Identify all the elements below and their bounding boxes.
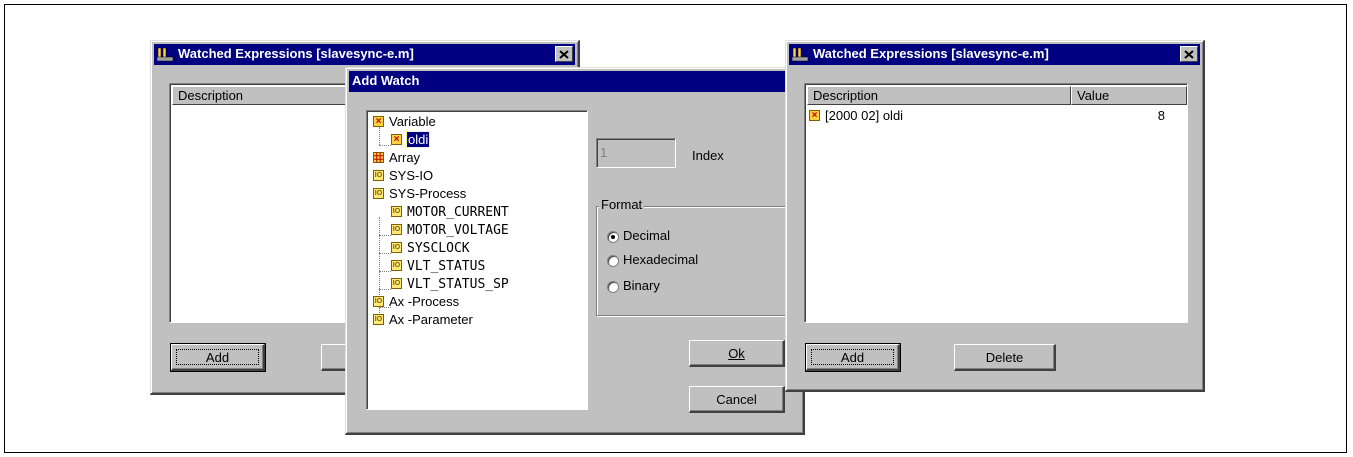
titlebar[interactable]: Watched Expressions [slavesync-e.m] [789, 44, 1200, 65]
tree-item-array[interactable]: Array [373, 149, 420, 167]
tree-connector [379, 271, 391, 272]
tree-item-label: VLT_STATUS_SP [407, 277, 509, 292]
tree-item-oldi[interactable]: × oldi [391, 131, 431, 149]
tree-item-vlt-status-sp[interactable]: IO VLT_STATUS_SP [391, 275, 509, 293]
column-label: Value [1077, 88, 1110, 103]
column-label: Description [813, 88, 879, 103]
io-icon: IO [391, 224, 402, 235]
radio-label-decimal[interactable]: Decimal [623, 228, 670, 243]
tree-item-sys-io[interactable]: IO SYS-IO [373, 167, 433, 185]
tree-item-label: VLT_STATUS [407, 259, 486, 274]
watch-app-icon [157, 47, 173, 62]
tree-connector [379, 235, 391, 236]
radio-hexadecimal[interactable] [607, 255, 619, 267]
array-icon [373, 152, 384, 163]
watch-list[interactable]: Description Value × [2000 02] oldi 8 [804, 83, 1188, 323]
tree-item-label: oldi [405, 131, 431, 148]
variable-icon: × [391, 134, 402, 145]
index-input[interactable]: 1 [596, 138, 676, 168]
radio-decimal[interactable] [607, 231, 619, 243]
window-title: Watched Expressions [slavesync-e.m] [813, 46, 1049, 61]
index-value: 1 [600, 145, 608, 160]
tree-connector [379, 253, 391, 254]
index-label: Index [692, 148, 724, 163]
variable-icon: × [373, 116, 384, 127]
io-icon: IO [373, 314, 384, 325]
variable-icon: × [809, 110, 820, 121]
tree-item-label: MOTOR_VOLTAGE [407, 223, 509, 238]
symbol-tree[interactable]: × Variable × oldi Array IO SYS-IO IO SYS… [366, 110, 588, 410]
radio-label-hexadecimal[interactable]: Hexadecimal [623, 252, 698, 267]
tree-item-vlt-status[interactable]: IO VLT_STATUS [391, 257, 485, 275]
io-icon: IO [373, 188, 384, 199]
column-label: Description [178, 88, 244, 103]
tree-item-label: SYS-Process [389, 186, 467, 201]
dialog-title: Add Watch [352, 73, 420, 88]
tree-item-sysclock[interactable]: IO SYSCLOCK [391, 239, 470, 257]
cancel-button[interactable]: Cancel [689, 386, 785, 413]
close-icon [1184, 49, 1194, 59]
tree-item-label: Variable [389, 114, 436, 129]
column-header-value[interactable]: Value [1071, 86, 1187, 105]
add-button[interactable]: Add [170, 343, 266, 372]
tree-item-label: MOTOR_CURRENT [407, 205, 509, 220]
delete-button[interactable]: Delete [954, 344, 1056, 371]
close-icon [559, 49, 569, 59]
radio-label-binary[interactable]: Binary [623, 278, 660, 293]
button-label: Delete [985, 350, 1024, 365]
tree-item-sys-process[interactable]: IO SYS-Process [373, 185, 466, 203]
ok-label: Ok [728, 346, 745, 361]
row-value: 8 [1157, 108, 1165, 123]
io-icon: IO [391, 242, 402, 253]
tree-item-motor-voltage[interactable]: IO MOTOR_VOLTAGE [391, 221, 509, 239]
io-icon: IO [391, 206, 402, 217]
tree-item-label: Ax -Parameter [389, 312, 473, 327]
cancel-label: Cancel [716, 392, 757, 407]
titlebar[interactable]: Watched Expressions [slavesync-e.m] [154, 44, 575, 65]
add-watch-dialog: Add Watch × Variable × oldi Array IO SYS… [345, 67, 806, 435]
titlebar[interactable]: Add Watch [349, 71, 800, 92]
close-button[interactable] [1180, 46, 1198, 62]
column-header-description[interactable]: Description [807, 86, 1071, 105]
watched-expressions-window-right: Watched Expressions [slavesync-e.m] Desc… [785, 40, 1205, 392]
tree-item-label: Ax -Process [389, 294, 460, 309]
tree-item-label: Array [389, 150, 421, 165]
close-button[interactable] [555, 46, 573, 62]
tree-connector [379, 289, 391, 290]
table-row[interactable]: × [2000 02] oldi 8 [807, 107, 1185, 125]
tree-item-variable[interactable]: × Variable [373, 113, 436, 131]
io-icon: IO [373, 170, 384, 181]
io-icon: IO [391, 260, 402, 271]
add-button[interactable]: Add [805, 343, 901, 372]
row-description: [2000 02] oldi [825, 108, 904, 123]
tree-connector [379, 145, 391, 146]
focus-rect [176, 349, 259, 365]
tree-item-label: SYS-IO [389, 168, 434, 183]
radio-dot [611, 235, 615, 239]
tree-item-motor-current[interactable]: IO MOTOR_CURRENT [391, 203, 509, 221]
format-group-label: Format [599, 197, 645, 212]
radio-binary[interactable] [607, 281, 619, 293]
window-title: Watched Expressions [slavesync-e.m] [178, 46, 414, 61]
tree-item-label: SYSCLOCK [407, 241, 470, 256]
focus-rect [811, 349, 894, 365]
io-icon: IO [373, 296, 384, 307]
watch-app-icon [792, 47, 808, 62]
tree-item-ax-process[interactable]: IO Ax -Process [373, 293, 459, 311]
ok-button[interactable]: Ok [689, 340, 785, 367]
io-icon: IO [391, 278, 402, 289]
tree-item-ax-parameter[interactable]: IO Ax -Parameter [373, 311, 473, 329]
